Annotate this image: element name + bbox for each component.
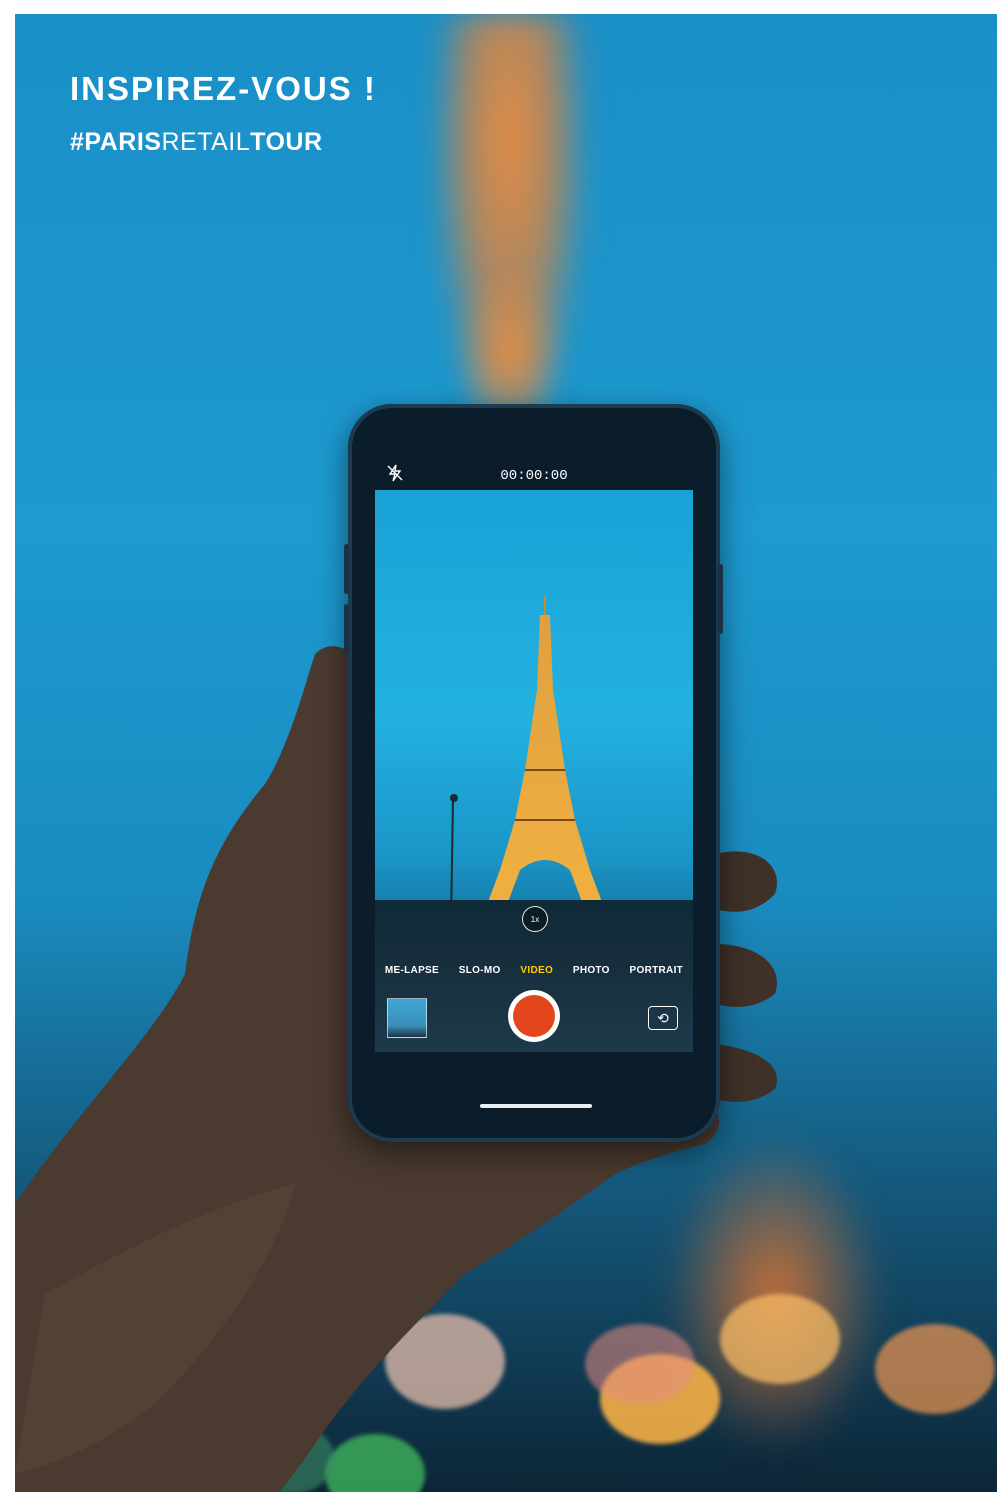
- camera-viewfinder: 1x ME-LAPSE SLO-MO VIDEO PHOTO PORTRAIT …: [375, 490, 693, 1052]
- mode-timelapse[interactable]: ME-LAPSE: [385, 965, 439, 976]
- camera-mode-selector[interactable]: ME-LAPSE SLO-MO VIDEO PHOTO PORTRAIT: [375, 960, 693, 980]
- power-button: [718, 564, 723, 634]
- headline: INSPIREZ-VOUS !: [70, 70, 377, 107]
- record-button[interactable]: [508, 990, 560, 1042]
- hashtag-prefix: #: [70, 128, 85, 156]
- side-button: [344, 544, 349, 594]
- bokeh-light: [875, 1324, 995, 1414]
- mode-slomo[interactable]: SLO-MO: [459, 965, 501, 976]
- camera-flip-icon[interactable]: ⟲: [648, 1006, 678, 1030]
- hashtag-paris: PARIS: [84, 128, 162, 156]
- recording-timer: 00:00:00: [500, 468, 568, 484]
- zoom-button[interactable]: 1x: [522, 906, 548, 932]
- hashtag: #PARISRETAILTOUR: [70, 128, 323, 157]
- mode-portrait[interactable]: PORTRAIT: [630, 965, 684, 976]
- smartphone: 00:00:00 1x ME-LAPSE SLO-MO VIDEO PHOTO …: [344, 404, 723, 1142]
- home-indicator: [480, 1104, 592, 1108]
- background-photo: 00:00:00 1x ME-LAPSE SLO-MO VIDEO PHOTO …: [15, 14, 997, 1492]
- last-photo-thumbnail[interactable]: [387, 998, 427, 1038]
- side-button: [344, 604, 349, 654]
- hashtag-retail: RETAIL: [161, 128, 251, 156]
- hashtag-tour: TOUR: [250, 128, 323, 156]
- mode-video[interactable]: VIDEO: [520, 965, 553, 976]
- mode-photo[interactable]: PHOTO: [573, 965, 610, 976]
- record-button-inner: [513, 995, 555, 1037]
